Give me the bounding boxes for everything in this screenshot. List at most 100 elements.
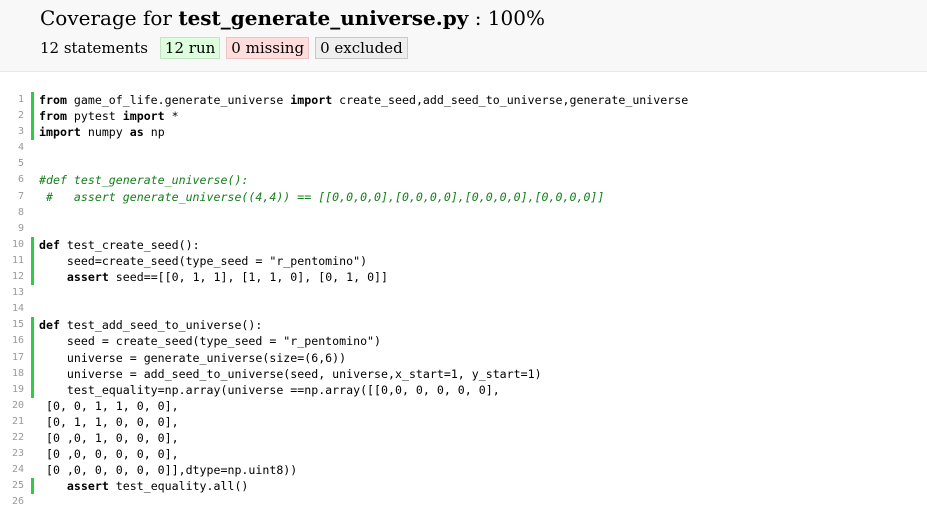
code-token: test_equality=np.array(universe ==np.arr… xyxy=(39,382,500,397)
source-line: 25 assert test_equality.all() xyxy=(0,478,927,495)
no-marker xyxy=(31,494,34,510)
code-token: test_add_seed_to_universe(): xyxy=(59,318,263,333)
code-keyword: import xyxy=(39,125,81,140)
line-number[interactable]: 8 xyxy=(0,205,24,221)
run-marker xyxy=(31,124,34,141)
code-token: numpy xyxy=(80,125,130,140)
no-marker xyxy=(31,156,34,172)
source-line: 11 seed=create_seed(type_seed = "r_pento… xyxy=(0,252,927,270)
line-number[interactable]: 23 xyxy=(0,446,24,462)
code-token: pytest xyxy=(66,109,123,124)
line-number[interactable]: 11 xyxy=(0,253,24,269)
code-text: assert test_equality.all() xyxy=(39,478,249,494)
run-marker xyxy=(31,92,34,109)
coverage-stats: 12 statements 12 run 0 missing 0 exclude… xyxy=(40,36,414,60)
run-filter-button[interactable]: 12 run xyxy=(159,37,221,59)
line-number[interactable]: 25 xyxy=(0,478,24,494)
code-text: from game_of_life.generate_universe impo… xyxy=(39,92,688,108)
line-number[interactable]: 3 xyxy=(0,124,24,140)
run-marker xyxy=(31,381,34,398)
line-number[interactable]: 6 xyxy=(0,172,24,188)
code-token: universe = add_seed_to_universe(seed, un… xyxy=(39,366,542,381)
code-token: [0, 1, 1, 0, 0, 0], xyxy=(39,414,179,429)
excluded-filter-button[interactable]: 0 excluded xyxy=(315,37,408,59)
source-line: 10 def test_create_seed(): xyxy=(0,236,927,253)
no-marker xyxy=(31,172,34,188)
code-text: assert seed==[[0, 1, 1], [1, 1, 0], [0, … xyxy=(39,269,388,285)
code-text: def test_add_seed_to_universe(): xyxy=(39,317,262,333)
title-filename: test_generate_universe.py xyxy=(178,6,469,30)
line-number[interactable]: 14 xyxy=(0,301,24,317)
source-line: 1 from game_of_life.generate_universe imp… xyxy=(0,92,927,109)
line-number[interactable]: 22 xyxy=(0,430,24,446)
code-token: seed=create_seed(type_seed = "r_pentomin… xyxy=(39,253,368,268)
line-number[interactable]: 20 xyxy=(0,398,24,414)
line-number[interactable]: 21 xyxy=(0,414,24,430)
run-marker xyxy=(31,365,34,382)
line-number[interactable]: 17 xyxy=(0,350,24,366)
run-marker xyxy=(31,333,34,350)
line-number[interactable]: 2 xyxy=(0,108,24,124)
source-line: 16 seed = create_seed(type_seed = "r_pen… xyxy=(0,333,927,350)
line-number[interactable]: 9 xyxy=(0,221,24,237)
code-token: * xyxy=(164,109,179,124)
code-text: # assert generate_universe((4,4)) == [[0… xyxy=(39,189,604,205)
code-comment: # assert generate_universe((4,4)) == [[0… xyxy=(39,189,605,204)
no-marker xyxy=(31,414,34,430)
line-number[interactable]: 10 xyxy=(0,237,24,253)
source-line: 22 [0 ,0, 1, 0, 0, 0], xyxy=(0,430,927,446)
code-token: seed = create_seed(type_seed = "r_pentom… xyxy=(39,334,382,349)
run-marker xyxy=(31,317,34,334)
line-number[interactable]: 18 xyxy=(0,366,24,382)
no-marker xyxy=(31,221,34,237)
code-keyword: def xyxy=(39,318,60,333)
title-prefix: Coverage for xyxy=(40,6,179,30)
code-keyword: def xyxy=(39,237,60,252)
line-number[interactable]: 7 xyxy=(0,189,24,205)
source-line: 24 [0 ,0, 0, 0, 0, 0]],dtype=np.uint8)) xyxy=(0,462,927,478)
source-line: 19 test_equality=np.array(universe ==np.… xyxy=(0,381,927,398)
code-token: universe = generate_universe(size=(6,6)) xyxy=(39,350,347,365)
code-text: [0 ,0, 0, 0, 0, 0], xyxy=(39,446,179,462)
code-text: def test_create_seed(): xyxy=(39,237,200,253)
source-line: 2 from pytest import * xyxy=(0,108,927,125)
missing-filter-button[interactable]: 0 missing xyxy=(226,37,310,59)
code-token: test_create_seed(): xyxy=(59,237,200,252)
line-number[interactable]: 5 xyxy=(0,156,24,172)
code-text: universe = add_seed_to_universe(seed, un… xyxy=(39,366,542,382)
code-text: [0 ,0, 1, 0, 0, 0], xyxy=(39,430,179,446)
line-number[interactable]: 4 xyxy=(0,140,24,156)
code-keyword: from xyxy=(39,93,67,107)
source-line: 23 [0 ,0, 0, 0, 0, 0], xyxy=(0,446,927,462)
source-line: 5 xyxy=(0,156,927,172)
source-line: 14 xyxy=(0,301,927,317)
line-number[interactable]: 26 xyxy=(0,494,24,510)
code-token: seed==[[0, 1, 1], [1, 1, 0], [0, 1, 0]] xyxy=(108,270,389,285)
source-line: 17 universe = generate_universe(size=(6,… xyxy=(0,349,927,366)
no-marker xyxy=(31,301,34,317)
code-keyword: assert xyxy=(66,270,109,285)
source-line: 6 #def test_generate_universe(): xyxy=(0,172,927,188)
no-marker xyxy=(31,205,34,221)
line-number[interactable]: 15 xyxy=(0,317,24,333)
code-keyword: assert xyxy=(66,479,109,494)
line-number[interactable]: 16 xyxy=(0,333,24,349)
code-token: [0, 0, 1, 1, 0, 0], xyxy=(39,398,179,413)
line-number[interactable]: 1 xyxy=(0,92,24,108)
line-number[interactable]: 13 xyxy=(0,285,24,301)
line-number[interactable]: 19 xyxy=(0,382,24,398)
no-marker xyxy=(31,462,34,478)
run-marker xyxy=(31,252,34,270)
code-token: [0 ,0, 0, 0, 0, 0], xyxy=(39,447,179,462)
run-marker xyxy=(31,349,34,366)
line-number[interactable]: 12 xyxy=(0,269,24,285)
source-line: 4 xyxy=(0,140,927,156)
code-keyword: import xyxy=(122,109,165,124)
code-text: [0 ,0, 0, 0, 0, 0]],dtype=np.uint8)) xyxy=(39,462,297,478)
statements-count: 12 statements xyxy=(40,39,148,57)
code-text: seed=create_seed(type_seed = "r_pentomin… xyxy=(39,253,367,269)
line-number[interactable]: 24 xyxy=(0,462,24,478)
source-code: 1 from game_of_life.generate_universe imp… xyxy=(0,92,927,510)
